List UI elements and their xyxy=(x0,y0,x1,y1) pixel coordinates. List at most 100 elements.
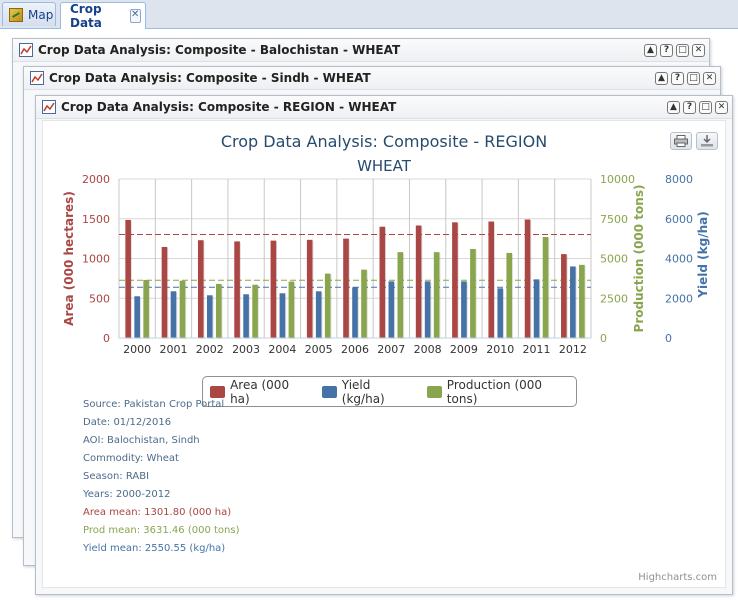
bar-production xyxy=(252,284,258,338)
bar-area xyxy=(343,238,349,338)
info-area-mean: Area mean: 1301.80 (000 ha) xyxy=(83,507,232,518)
y-right2-tick-label: 2000 xyxy=(665,292,693,305)
bar-yield xyxy=(243,294,249,338)
x-tick-label: 2007 xyxy=(377,343,405,356)
info-prod-mean: Prod mean: 3631.46 (000 tons) xyxy=(83,525,240,536)
y-right2-tick-label: 8000 xyxy=(665,173,693,186)
bar-yield xyxy=(388,281,395,338)
help-button[interactable]: ? xyxy=(683,100,696,114)
info-years: Years: 2000-2012 xyxy=(83,489,171,500)
bar-production xyxy=(397,252,404,338)
x-tick-label: 2010 xyxy=(486,343,514,356)
y-right1-tick-label: 10000 xyxy=(600,173,635,186)
x-tick-label: 2002 xyxy=(196,343,224,356)
bar-yield xyxy=(424,281,431,338)
bar-area xyxy=(488,221,495,338)
window-title: Crop Data Analysis: Composite - Sindh - … xyxy=(49,71,371,85)
bar-area xyxy=(161,246,168,338)
y-right2-axis-title: Yield (kg/ha) xyxy=(696,211,710,298)
close-icon[interactable]: ✕ xyxy=(129,9,141,23)
window-region: Crop Data Analysis: Composite - REGION -… xyxy=(35,95,733,595)
bars-layer xyxy=(125,219,586,339)
y-left-tick-label: 0 xyxy=(103,332,110,345)
legend-item-yield[interactable]: Yield (kg/ha) xyxy=(321,377,413,406)
y-left-tick-label: 1500 xyxy=(82,213,110,226)
info-source: Source: Pakistan Crop Portal xyxy=(83,399,225,410)
bar-yield xyxy=(134,296,140,338)
bar-yield xyxy=(533,279,540,338)
tab-crop-data[interactable]: Crop Data ✕ xyxy=(60,2,146,30)
x-tick-label: 2000 xyxy=(123,343,151,356)
bar-production xyxy=(324,273,331,338)
legend-swatch xyxy=(321,385,337,398)
close-button[interactable]: ✕ xyxy=(715,100,728,114)
legend-label: Yield (kg/ha) xyxy=(341,377,385,406)
window-title: Crop Data Analysis: Composite - REGION -… xyxy=(61,100,397,114)
tab-bar: Map Crop Data ✕ xyxy=(0,0,738,30)
bar-production xyxy=(215,283,222,338)
bar-production xyxy=(470,248,476,338)
x-tick-label: 2001 xyxy=(159,343,187,356)
chart-icon xyxy=(30,71,44,85)
x-tick-label: 2012 xyxy=(559,343,587,356)
credits-link[interactable]: Highcharts.com xyxy=(638,572,717,583)
x-tick-label: 2003 xyxy=(232,343,260,356)
legend-item-production[interactable]: Production (000 tons) xyxy=(426,377,569,406)
y-left-tick-label: 1000 xyxy=(82,253,110,266)
bar-area xyxy=(561,254,567,338)
x-tick-label: 2004 xyxy=(268,343,296,356)
maximize-button[interactable]: □ xyxy=(699,100,712,114)
collapse-button[interactable]: ▲ xyxy=(667,100,680,114)
window-header[interactable]: Crop Data Analysis: Composite - Balochis… xyxy=(13,39,709,62)
bar-yield xyxy=(497,288,504,338)
map-icon xyxy=(9,7,23,22)
bar-area xyxy=(524,219,531,338)
y-right1-axis-title: Production (000 tons) xyxy=(632,185,646,333)
x-tick-label: 2009 xyxy=(450,343,478,356)
info-season: Season: RABI xyxy=(83,471,150,482)
bar-yield xyxy=(352,287,358,338)
chart-legend: Area (000 ha) Yield (kg/ha) Production (… xyxy=(202,376,577,407)
tab-label: Map xyxy=(28,7,54,22)
help-button[interactable]: ? xyxy=(660,43,673,57)
chart-svg: 2000 2001 2002 2003 2004 2005 2006 2007 2008 2009… xyxy=(62,173,710,356)
y-right1-tick-label: 5000 xyxy=(600,253,628,266)
bar-yield xyxy=(570,266,576,338)
info-aoi: AOI: Balochistan, Sindh xyxy=(83,435,200,446)
y-right2-tick-label: 0 xyxy=(665,332,672,345)
x-tick-label: 2011 xyxy=(523,343,551,356)
y-left-tick-label: 500 xyxy=(89,292,110,305)
window-title: Crop Data Analysis: Composite - Balochis… xyxy=(38,43,401,57)
x-tick-label: 2006 xyxy=(341,343,369,356)
bar-area xyxy=(197,240,204,338)
bar-production xyxy=(361,269,367,338)
bar-production xyxy=(143,279,149,338)
window-header[interactable]: Crop Data Analysis: Composite - Sindh - … xyxy=(24,67,720,90)
collapse-button[interactable]: ▲ xyxy=(655,71,668,85)
maximize-button[interactable]: □ xyxy=(687,71,700,85)
info-commodity: Commodity: Wheat xyxy=(83,453,179,464)
close-button[interactable]: ✕ xyxy=(692,43,705,57)
chart-panel: Crop Data Analysis: Composite - REGION W… xyxy=(42,120,726,588)
bar-production xyxy=(179,280,186,338)
bar-yield xyxy=(279,293,286,338)
legend-label: Production (000 tons) xyxy=(446,377,543,406)
window-header[interactable]: Crop Data Analysis: Composite - REGION -… xyxy=(36,96,732,119)
y-right1-tick-label: 7500 xyxy=(600,213,628,226)
maximize-button[interactable]: □ xyxy=(676,43,689,57)
y-right2-tick-label: 4000 xyxy=(665,253,693,266)
bar-area xyxy=(234,241,240,338)
help-button[interactable]: ? xyxy=(671,71,684,85)
bar-area xyxy=(452,222,458,338)
means-layer xyxy=(119,234,591,288)
x-tick-label: 2008 xyxy=(414,343,442,356)
y-left-axis-title: Area (000 hectares) xyxy=(62,191,76,326)
close-button[interactable]: ✕ xyxy=(703,71,716,85)
collapse-button[interactable]: ▲ xyxy=(644,43,657,57)
info-block: Source: Pakistan Crop Portal Date: 01/12… xyxy=(83,396,239,558)
bar-area xyxy=(270,240,277,338)
y-right1-tick-label: 0 xyxy=(600,332,607,345)
tab-map[interactable]: Map xyxy=(2,2,56,26)
y-right1-tick-label: 2500 xyxy=(600,292,628,305)
bar-area xyxy=(415,225,422,338)
